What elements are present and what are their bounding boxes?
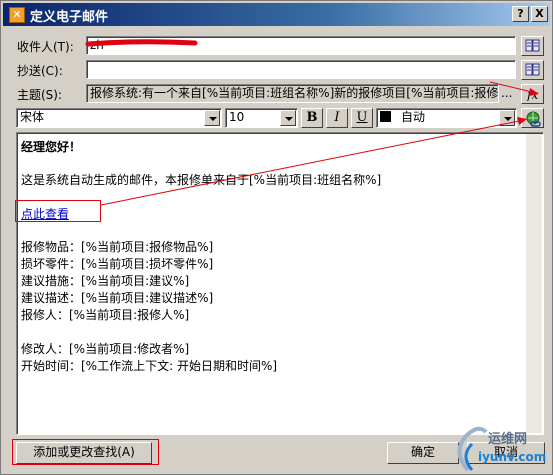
watermark-line1: 运维网 xyxy=(488,432,528,447)
chevron-down-icon[interactable] xyxy=(204,110,220,126)
body-line-reporter: 报修人：[%当前项目:报修人%] xyxy=(21,308,190,322)
watermark-logo: 运维网 iyunv.com xyxy=(448,422,553,475)
close-button[interactable]: X xyxy=(531,6,548,22)
font-size-value: 10 xyxy=(229,110,245,124)
tools-icon: ✕ xyxy=(9,7,25,23)
body-line-start-time: 开始时间：[%工作流上下文: 开始日期和时间%] xyxy=(21,359,278,373)
fx-icon: fx xyxy=(526,88,538,101)
annotation-box-link xyxy=(15,200,101,222)
font-color-select[interactable]: 自动 xyxy=(376,108,517,128)
subject-insert-lookup-button[interactable]: fx xyxy=(521,84,544,104)
recipient-value: zh xyxy=(90,38,104,52)
email-dialog: ✕ 定义电子邮件 ? X 收件人(T): zh 抄送(C): 主题(S): 报修… xyxy=(0,0,553,475)
font-size-select[interactable]: 10 xyxy=(225,108,298,128)
underline-button[interactable]: U xyxy=(351,108,373,128)
color-swatch xyxy=(380,111,391,122)
body-line-suggestion-desc: 建议描述：[%当前项目:建议描述%] xyxy=(21,291,214,305)
body-greeting: 经理您好！ xyxy=(21,140,82,154)
editor-scrollbar[interactable] xyxy=(526,134,542,433)
subject-label: 主题(S): xyxy=(17,88,63,102)
title-bar: ✕ 定义电子邮件 ? X xyxy=(3,3,550,26)
body-line-parts: 损坏零件：[%当前项目:损坏零件%] xyxy=(21,257,214,271)
font-color-value: 自动 xyxy=(401,110,426,124)
dialog-title: 定义电子邮件 xyxy=(30,10,109,25)
chevron-down-icon[interactable] xyxy=(499,110,515,126)
watermark-line2: iyunv.com xyxy=(478,450,547,464)
body-line-modifier: 修改人：[%当前项目:修改者%] xyxy=(21,342,190,356)
subject-input[interactable]: 报修系统:有一个来自[%当前项目:班组名称%]新的报修项目[%当前项目:报修物 xyxy=(86,84,499,103)
recipient-address-book-button[interactable] xyxy=(521,36,544,56)
message-body-editor[interactable]: 经理您好！ 这是系统自动生成的邮件，本报修单来自于[%当前项目:班组名称%] 点… xyxy=(16,132,544,435)
watermark-swirl-icon xyxy=(457,426,488,472)
cc-input[interactable] xyxy=(86,60,516,79)
body-line-item: 报修物品：[%当前项目:报修物品%] xyxy=(21,240,214,254)
cc-address-book-button[interactable] xyxy=(521,60,544,80)
help-button[interactable]: ? xyxy=(512,6,529,22)
font-name-value: 宋体 xyxy=(20,110,45,124)
body-line-suggestion: 建议措施：[%当前项目:建议%] xyxy=(21,274,190,288)
annotation-box-add-button xyxy=(12,439,159,465)
recipient-input[interactable]: zh xyxy=(86,36,516,55)
insert-hyperlink-button[interactable] xyxy=(521,108,544,128)
svg-text:fx: fx xyxy=(526,88,538,101)
cc-label: 抄送(C): xyxy=(17,64,63,78)
body-intro: 这是系统自动生成的邮件，本报修单来自于[%当前项目:班组名称%] xyxy=(21,173,382,187)
globe-link-icon xyxy=(526,111,541,127)
address-book-icon xyxy=(525,39,540,52)
font-name-select[interactable]: 宋体 xyxy=(16,108,222,128)
italic-button[interactable]: I xyxy=(326,108,348,128)
address-book-icon xyxy=(525,63,540,76)
chevron-down-icon[interactable] xyxy=(280,110,296,126)
subject-value: 报修系统:有一个来自[%当前项目:班组名称%]新的报修项目[%当前项目:报修物 xyxy=(90,86,499,100)
bold-button[interactable]: B xyxy=(301,108,323,128)
recipient-label: 收件人(T): xyxy=(17,40,74,54)
subject-more-button[interactable]: ... xyxy=(501,86,512,100)
